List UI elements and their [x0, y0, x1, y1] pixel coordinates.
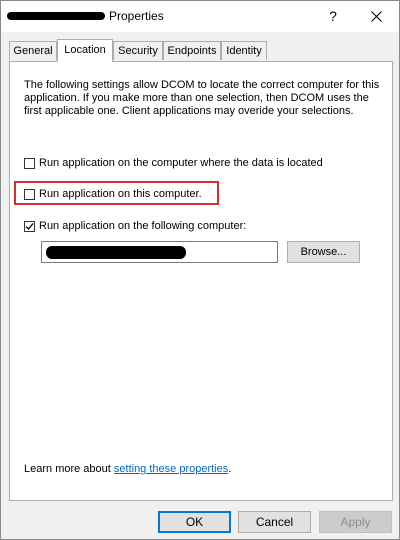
close-button[interactable]	[361, 4, 391, 28]
cancel-button[interactable]: Cancel	[238, 511, 311, 533]
title-bar: Properties ?	[1, 1, 399, 32]
checkbox-run-on-following-computer[interactable]	[24, 220, 35, 232]
checkbox-run-on-this-computer[interactable]	[24, 188, 35, 200]
learn-more-prefix: Learn more about	[24, 463, 114, 475]
close-icon	[370, 10, 382, 22]
tab-general[interactable]: General	[9, 41, 57, 60]
checkmark-icon	[25, 222, 34, 230]
checkbox-run-where-data-located[interactable]	[24, 157, 35, 169]
option-run-on-this-computer[interactable]: Run application on this computer.	[24, 186, 202, 202]
tab-location[interactable]: Location	[57, 39, 113, 62]
apply-button[interactable]: Apply	[319, 511, 392, 533]
ok-button[interactable]: OK	[158, 511, 231, 533]
location-description: The following settings allow DCOM to loc…	[24, 79, 380, 117]
location-panel: The following settings allow DCOM to loc…	[9, 61, 393, 501]
option-run-where-data-located[interactable]: Run application on the computer where th…	[24, 155, 323, 171]
browse-button[interactable]: Browse...	[287, 241, 360, 263]
option-run-on-following-computer[interactable]: Run application on the following compute…	[24, 218, 246, 234]
option-label: Run application on the following compute…	[39, 220, 247, 232]
computer-name-input[interactable]	[41, 241, 278, 263]
redacted-app-name	[7, 12, 105, 20]
help-button[interactable]: ?	[319, 4, 347, 28]
tab-identity[interactable]: Identity	[221, 41, 267, 60]
learn-more-suffix: .	[228, 463, 232, 475]
window-title: Properties	[109, 9, 164, 23]
option-label: Run application on the computer where th…	[39, 157, 323, 169]
tab-endpoints[interactable]: Endpoints	[163, 41, 221, 60]
properties-dialog: Properties ? General Location Security E…	[0, 0, 400, 540]
tab-security[interactable]: Security	[113, 41, 163, 60]
learn-more-text: Learn more about setting these propertie…	[24, 463, 231, 475]
setting-properties-link[interactable]: setting these properties	[114, 463, 228, 475]
redacted-computer-name	[46, 246, 186, 259]
option-label: Run application on this computer.	[39, 188, 202, 200]
